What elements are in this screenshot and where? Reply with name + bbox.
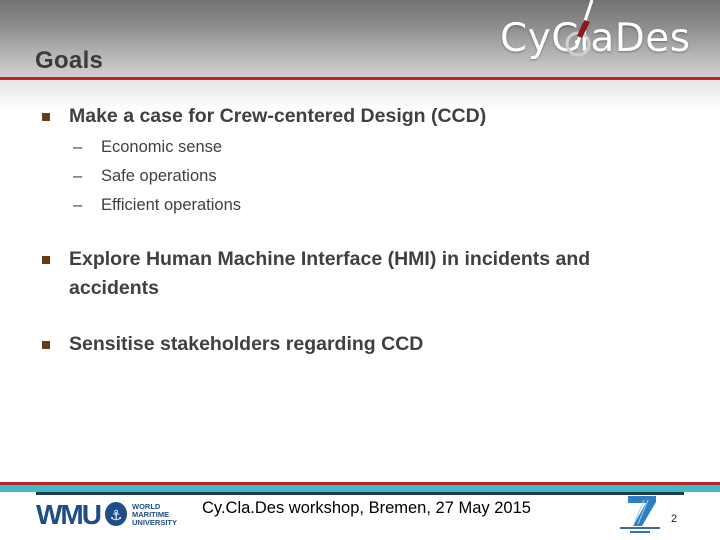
- sub-bullet-item: Economic sense: [101, 138, 223, 156]
- sub-bullet-item: Safe operations: [101, 167, 217, 185]
- cyclades-logo: CyClaDes: [500, 0, 710, 68]
- wmu-logo-line3: UNIVERSITY: [132, 518, 177, 527]
- bullet-item: Sensitise stakeholders regarding CCD: [69, 333, 424, 355]
- footer-teal-band: [0, 485, 720, 492]
- bullet-marker: [42, 113, 50, 121]
- sub-bullet-dash: –: [73, 196, 83, 214]
- wmu-logo-abbr: WMU: [36, 500, 101, 528]
- bullet-marker: [42, 341, 50, 349]
- bullet-item: Explore Human Machine Interface (HMI) in…: [69, 248, 591, 299]
- sub-bullet-dash: –: [73, 167, 83, 185]
- bullet-item: Make a case for Crew-centered Design (CC…: [69, 105, 487, 127]
- wmu-logo: WMU ⚓ WORLD MARITIME UNIVERSITY: [36, 500, 177, 528]
- sub-bullet-dash: –: [73, 138, 83, 156]
- svg-text:⚓: ⚓: [110, 508, 123, 524]
- compass-icon: [565, 0, 594, 57]
- footer-navy-line: [36, 492, 684, 495]
- page-number: 2: [671, 513, 678, 525]
- footer-event-text: Cy.Cla.Des workshop, Bremen, 27 May 2015: [202, 499, 531, 517]
- fp7-logo: [620, 496, 660, 533]
- sub-bullet-item: Efficient operations: [101, 196, 242, 214]
- bullet-marker: [42, 256, 50, 264]
- slide-title: Goals: [35, 47, 104, 74]
